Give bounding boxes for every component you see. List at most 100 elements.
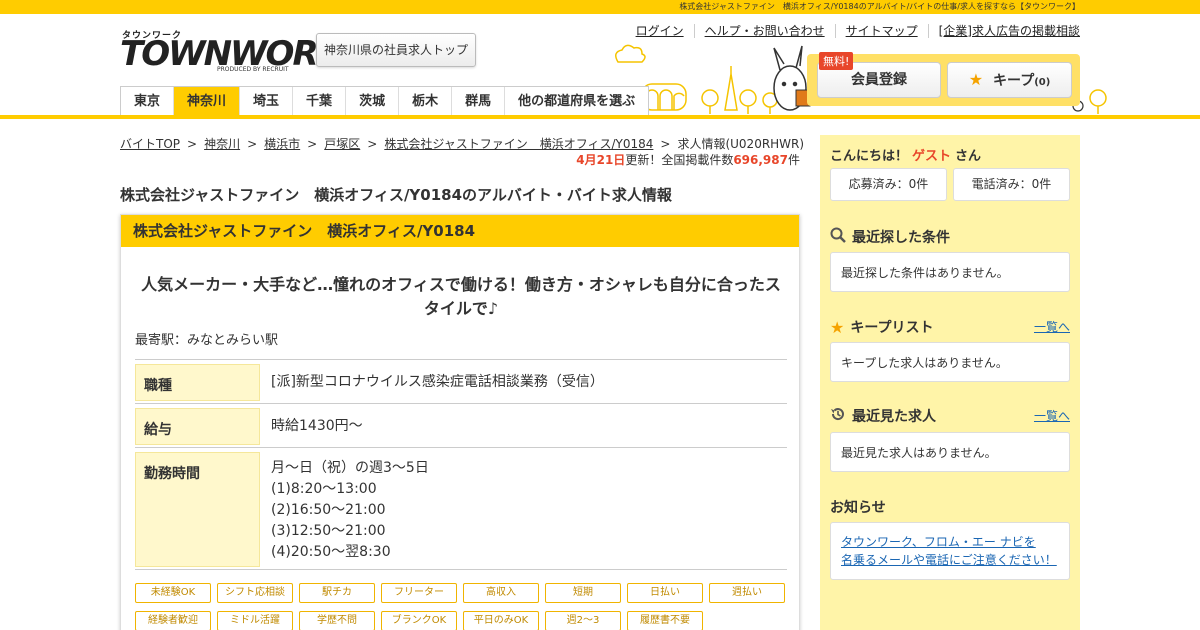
page-title: 株式会社ジャストファイン 横浜オフィス/Y0184のアルバイト・バイト求人情報	[120, 186, 672, 204]
occupation-value: [派]新型コロナウイルス感染症電話相談業務（受信）	[271, 374, 604, 390]
update-text: 更新！全国掲載件数	[625, 153, 734, 167]
help-link[interactable]: ヘルプ・お問い合わせ	[693, 24, 835, 38]
feature-tag: ミドル活躍	[217, 611, 293, 630]
occupation-label: 職種	[135, 364, 260, 401]
tab-gunma[interactable]: 群馬	[451, 87, 504, 116]
login-link[interactable]: ログイン	[626, 24, 694, 38]
listing-unit: 件	[787, 153, 800, 167]
tab-tochigi[interactable]: 栃木	[398, 87, 451, 116]
keep-button-label: キープ	[993, 73, 1035, 89]
recently-viewed-link[interactable]: 一覧へ	[1034, 407, 1070, 424]
feature-tag: ブランクOK	[381, 611, 457, 630]
breadcrumb-totsuka[interactable]: 戸塚区	[324, 137, 360, 151]
breadcrumb-kanagawa[interactable]: 神奈川	[204, 137, 240, 151]
hours-line: (2)16:50～21:00	[271, 502, 386, 518]
company-name[interactable]: 株式会社ジャストファイン 横浜オフィス/Y0184	[121, 215, 799, 247]
greeting-text: こんにちは！	[830, 149, 909, 164]
feature-tag: 平日のみOK	[463, 611, 539, 630]
feature-tag: 経験者歓迎	[135, 611, 211, 630]
breadcrumb-company[interactable]: 株式会社ジャストファイン 横浜オフィス/Y0184	[384, 137, 653, 151]
row-hours: 勤務時間 月～日（祝）の週3～5日 (1)8:20～13:00 (2)16:50…	[135, 448, 787, 570]
feature-tag: 駅チカ	[299, 583, 375, 603]
applied-count[interactable]: 応募済み：0件	[830, 168, 947, 201]
hours-line: (4)20:50～翌8:30	[271, 544, 391, 560]
breadcrumb: バイトTOP > 神奈川 > 横浜市 > 戸塚区 > 株式会社ジャストファイン 横浜オフィス/Y…	[120, 137, 805, 151]
history-icon	[830, 406, 846, 426]
utility-links: ログイン ヘルプ・お問い合わせ サイトマップ [企業]求人広告の掲載相談	[626, 24, 1080, 38]
catch-line-1: 人気メーカー・大手など…憧れのオフィスで働ける！働き方・オシャレも自分に合ったス	[141, 275, 781, 294]
guest-name: ゲスト	[912, 149, 952, 164]
nearest-station: 最寄駅：みなとみらい駅	[135, 333, 279, 348]
tab-tokyo[interactable]: 東京	[121, 87, 173, 116]
hours-line: (1)8:20～13:00	[271, 481, 377, 497]
feature-tag: 未経験OK	[135, 583, 211, 603]
catch-line-2: タイルで♪	[423, 299, 499, 318]
feature-tag: 週2～3	[545, 611, 621, 630]
tab-chiba[interactable]: 千葉	[292, 87, 345, 116]
feature-tag: 日払い	[627, 583, 703, 603]
tab-other-prefectures[interactable]: 他の都道府県を選ぶ	[504, 87, 648, 116]
prefecture-nav: 東京 神奈川 埼玉 千葉 茨城 栃木 群馬 他の都道府県を選ぶ	[120, 86, 650, 116]
feature-tag: 短期	[545, 583, 621, 603]
keep-list-link[interactable]: 一覧へ	[1034, 318, 1070, 335]
recently-viewed-title: 最近見た求人	[830, 406, 936, 426]
townwork-logo[interactable]: タウンワーク TOWNWORK PRODUCED BY RECRUIT	[120, 28, 343, 74]
keep-list-title: ★ キープリスト	[830, 317, 934, 337]
top-strip-text: 株式会社ジャストファイン 横浜オフィス/Y0184のアルバイト/バイトの仕事/求…	[679, 2, 1080, 11]
salary-value: 時給1430円～	[271, 418, 363, 434]
notice-title: お知らせ	[830, 497, 886, 517]
feature-tag: 学歴不問	[299, 611, 375, 630]
feature-tag: 週払い	[709, 583, 785, 603]
tab-ibaraki[interactable]: 茨城	[345, 87, 398, 116]
notice-box: タウンワーク、フロム・エー ナビを 名乗るメールや電話にご注意ください！	[830, 522, 1070, 580]
feature-tag: シフト応相談	[217, 583, 293, 603]
hours-value: 月～日（祝）の週3～5日 (1)8:20～13:00 (2)16:50～21:0…	[271, 458, 429, 563]
called-count[interactable]: 電話済み：0件	[953, 168, 1070, 201]
pref-top-button[interactable]: 神奈川県の社員求人トップ	[316, 33, 476, 67]
row-salary: 給与 時給1430円～	[135, 404, 787, 448]
keep-list-label: キープリスト	[850, 320, 934, 336]
update-info: 4月21日更新！全国掲載件数696,987件	[576, 151, 800, 168]
recent-search-title: 最近探した条件	[830, 227, 950, 247]
recent-search-box: 最近探した条件はありません。	[830, 252, 1070, 292]
notice-label: お知らせ	[830, 500, 886, 516]
update-date: 4月21日	[576, 153, 626, 167]
job-catch-copy: 人気メーカー・大手など…憧れのオフィスで働ける！働き方・オシャレも自分に合ったス…	[135, 273, 787, 321]
ad-inquiry-link[interactable]: [企業]求人広告の掲載相談	[927, 24, 1080, 38]
hours-label: 勤務時間	[135, 452, 260, 567]
recently-viewed-box: 最近見た求人はありません。	[830, 432, 1070, 472]
keep-count: (0)	[1034, 77, 1051, 88]
salary-label: 給与	[135, 408, 260, 445]
search-icon	[830, 227, 846, 247]
recently-viewed-label: 最近見た求人	[852, 409, 936, 425]
free-badge: 無料!	[819, 52, 854, 70]
notice-line: タウンワーク、フロム・エー ナビを	[841, 535, 1036, 549]
sitemap-link[interactable]: サイトマップ	[834, 24, 928, 38]
breadcrumb-baito-top[interactable]: バイトTOP	[120, 137, 180, 151]
tab-saitama[interactable]: 埼玉	[239, 87, 292, 116]
hours-line: 月～日（祝）の週3～5日	[271, 460, 429, 476]
job-card: 株式会社ジャストファイン 横浜オフィス/Y0184 人気メーカー・大手など…憧れ…	[120, 214, 800, 630]
feature-tag: フリーター	[381, 583, 457, 603]
feature-tag: 履歴書不要	[627, 611, 703, 630]
sidebar: こんにちは！ ゲスト さん 応募済み：0件 電話済み：0件 最近探した条件 最近探し…	[820, 135, 1080, 630]
breadcrumb-yokohama[interactable]: 横浜市	[264, 137, 300, 151]
row-occupation: 職種 [派]新型コロナウイルス感染症電話相談業務（受信）	[135, 360, 787, 404]
feature-tag: 高収入	[463, 583, 539, 603]
breadcrumb-current: 求人情報(U020RHWR)	[677, 137, 805, 151]
notice-line: 名乗るメールや電話にご注意ください！	[841, 553, 1057, 567]
greeting-san: さん	[955, 149, 982, 164]
recent-search-label: 最近探した条件	[852, 230, 950, 246]
logo-produced-by: PRODUCED BY RECRUIT	[217, 66, 289, 73]
notice-link[interactable]: タウンワーク、フロム・エー ナビを 名乗るメールや電話にご注意ください！	[841, 535, 1057, 567]
greeting: こんにちは！ ゲスト さん	[830, 145, 981, 164]
top-strip: 株式会社ジャストファイン 横浜オフィス/Y0184のアルバイト/バイトの仕事/求…	[0, 0, 1200, 14]
keep-button[interactable]: ★ キープ(0)	[947, 62, 1072, 98]
nav-underline	[0, 115, 1200, 119]
keep-list-box: キープした求人はありません。	[830, 342, 1070, 382]
star-icon: ★	[968, 70, 984, 89]
hours-line: (3)12:50～21:00	[271, 523, 386, 539]
star-icon: ★	[830, 317, 845, 337]
listing-count: 696,987	[733, 153, 788, 167]
tab-kanagawa[interactable]: 神奈川	[173, 87, 240, 116]
